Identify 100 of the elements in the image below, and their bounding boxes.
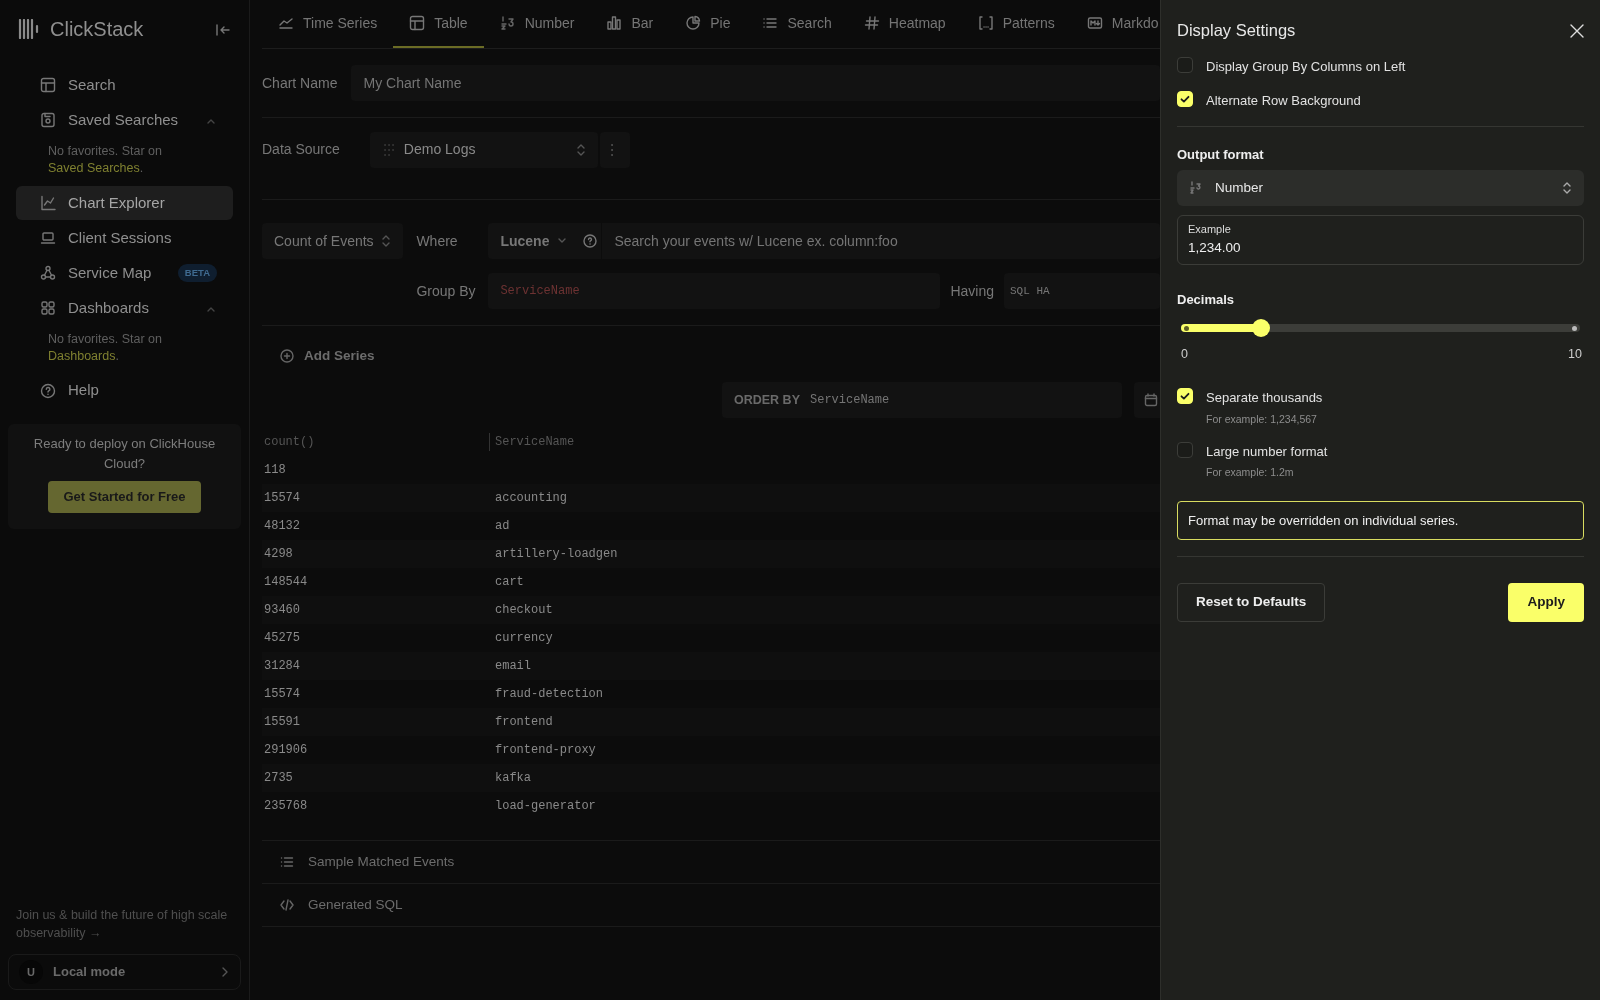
sidebar-item[interactable]: Chart Explorer [16, 185, 233, 220]
table-cell-text: 15574 [263, 490, 301, 508]
date-range-button[interactable] [1134, 382, 1160, 419]
chart-type-tab[interactable]: Pie [669, 0, 747, 48]
aggregate-select[interactable]: Count of Events [262, 223, 404, 259]
table-cell-text: 15574 [263, 686, 301, 704]
community-link[interactable]: Join us & build the future of high scale observability → [8, 907, 241, 942]
markdown-icon [1086, 15, 1103, 31]
user-menu-button[interactable]: U Local mode [8, 954, 241, 990]
logo-text: ClickStack [50, 17, 144, 42]
table-cell-text: accounting [494, 490, 567, 508]
sidebar-item[interactable]: Search [16, 68, 233, 102]
hint-text: For example: 1.2m [1206, 465, 1295, 480]
search-field[interactable]: Search your events w/ Lucene ex. column:foo [601, 223, 1160, 259]
sidebar-item[interactable]: Dashboards [16, 290, 233, 325]
help-icon [583, 234, 598, 248]
brackets-icon [977, 15, 994, 31]
field-label: Output format [1177, 145, 1265, 164]
checkbox-label[interactable]: Display Group By Columns on Left [1206, 56, 1406, 77]
table-cell-text: 45275 [263, 630, 301, 648]
sidebar-item[interactable]: Client Sessions [16, 220, 233, 255]
chart-type-tab[interactable]: Number [483, 0, 591, 48]
chart-type-tab[interactable]: Patterns [961, 0, 1071, 48]
sidebar-item[interactable]: Service Map BETA [16, 255, 233, 290]
checkbox[interactable] [1177, 56, 1193, 73]
sidebar-item[interactable]: Saved Searches [16, 103, 233, 137]
drawer-title: Display Settings [1177, 20, 1296, 41]
field-label: Having [950, 281, 994, 301]
bar-chart-icon [606, 15, 623, 31]
kebab-icon [609, 142, 614, 157]
chart-type-tab[interactable]: Table [393, 0, 484, 48]
column-header[interactable]: ServiceName [489, 433, 575, 452]
hint-text: For example: 1,234,567 [1206, 411, 1318, 427]
table-cell-text: 4298 [263, 546, 294, 564]
field-label: Chart Name [262, 73, 338, 93]
slider-handle[interactable] [1251, 318, 1270, 337]
grid-icon [40, 299, 56, 316]
sidebar-item[interactable]: Help [16, 373, 233, 408]
field-label: Group By [416, 281, 477, 301]
table-cell-text: 31284 [263, 658, 301, 676]
chart-type-tab[interactable]: Heatmap [847, 0, 962, 48]
chart-type-tab[interactable]: Bar [590, 0, 670, 48]
example-field[interactable]: Example 1,234.00 [1177, 215, 1584, 265]
table-cell-text: 93460 [263, 602, 301, 620]
table-cell-text: frontend [494, 714, 553, 732]
updown-icon [381, 234, 392, 248]
table-cell-text: cart [494, 574, 524, 592]
list-icon [762, 15, 779, 31]
table-cell-text: load-generator [494, 798, 596, 816]
fraction-icon [1189, 181, 1203, 196]
reset-button[interactable]: Reset to Defaults [1177, 583, 1326, 622]
hash-icon [863, 15, 880, 31]
beta-badge: BETA [177, 263, 217, 282]
checkbox[interactable] [1177, 441, 1193, 458]
apply-button[interactable]: Apply [1508, 583, 1584, 622]
chart-name-field[interactable]: My Chart Name [351, 65, 1160, 101]
empty-favorites-note: No favorites. Star on Saved Searches. [47, 143, 163, 177]
decimals-slider[interactable] [1181, 318, 1580, 337]
slider-max-label: 10 [1568, 345, 1582, 363]
close-icon [1570, 24, 1584, 39]
table-cell-text: checkout [494, 602, 553, 620]
chart-type-tab[interactable]: Time Series [262, 0, 394, 48]
section-header[interactable]: Sample Matched Events [262, 840, 1160, 884]
add-series-button[interactable]: Add Series [280, 346, 375, 367]
get-started-button[interactable]: Get Started for Free [48, 481, 201, 513]
table-cell-text: 48132 [263, 518, 301, 536]
favorites-link[interactable]: Saved Searches [48, 160, 140, 175]
table-cell-text: email [494, 658, 531, 676]
order-by-field[interactable]: ServiceName [810, 382, 1122, 419]
checkbox-label[interactable]: Large number format [1206, 441, 1328, 461]
having-field[interactable]: SQL HA [1004, 273, 1160, 309]
table-cell-text: ad [494, 518, 510, 536]
chart-icon [40, 194, 56, 211]
table-cell-text: fraud-detection [494, 686, 604, 704]
help-icon [40, 382, 56, 399]
table-icon [409, 15, 426, 31]
avatar: U [19, 960, 43, 984]
nodes-icon [40, 264, 56, 281]
table-cell-text: 15591 [263, 714, 301, 732]
table-cell-text: 118 [263, 462, 287, 480]
table-cell-text: 291906 [263, 742, 309, 760]
collapse-icon [215, 21, 231, 38]
logo-icon [18, 19, 40, 39]
data-source-select[interactable]: Demo Logs [369, 131, 598, 168]
chart-type-tab[interactable]: Search [746, 0, 848, 48]
table-cell-text: currency [494, 630, 553, 648]
chart-type-tab[interactable]: Markdo [1070, 0, 1159, 48]
section-header[interactable]: Generated SQL [262, 883, 1160, 927]
column-header[interactable]: count() [262, 433, 489, 452]
field-label: Decimals [1177, 291, 1236, 309]
list-icon [280, 855, 294, 870]
info-note: Format may be overridden on individual series. [1177, 500, 1584, 541]
table-cell-text: kafka [494, 770, 531, 788]
checkbox-label[interactable]: Alternate Row Background [1206, 91, 1361, 111]
empty-favorites-note: No favorites. Star on Dashboards. [47, 330, 163, 365]
output-format-select[interactable]: Number [1177, 170, 1584, 207]
checkbox-label[interactable]: Separate thousands [1206, 388, 1323, 408]
language-select[interactable]: Lucene [488, 223, 580, 259]
table-cell-text: 148544 [263, 574, 309, 592]
calendar-icon [1144, 393, 1158, 408]
